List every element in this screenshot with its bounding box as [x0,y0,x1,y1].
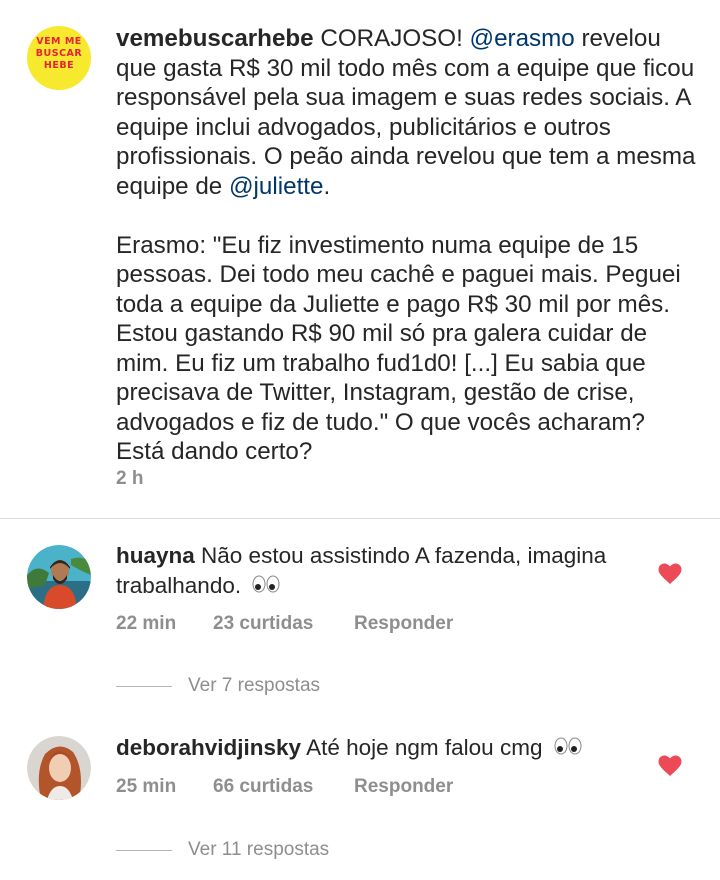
avatar-photo [27,736,91,800]
comment-time: 25 min [116,776,177,797]
eyes-emoji-icon [251,572,281,602]
divider [0,518,720,519]
avatar[interactable] [27,736,91,800]
view-replies-button[interactable]: Ver 7 respostas [116,675,320,697]
like-heart-icon[interactable] [658,563,682,585]
view-replies-label: Ver 11 respostas [188,839,330,860]
caption-text: vemebuscarhebe CORAJOSO! @erasmo revelou… [116,24,696,467]
comment-likes[interactable]: 23 curtidas [213,613,354,635]
divider-line [116,685,172,687]
mention-link[interactable]: @juliette [229,173,323,200]
mention-link[interactable]: @erasmo [470,25,575,52]
reply-button[interactable]: Responder [354,776,453,798]
comment-text: huayna Não estou assistindo A fazenda, i… [116,541,636,601]
comment-text: deborahvidjinsky Até hoje ngm falou cmg [116,733,636,764]
like-heart-icon[interactable] [658,755,682,777]
caption-body: . Erasmo: "Eu fiz investimento numa equi… [116,172,681,466]
view-replies-label: Ver 7 respostas [188,675,321,696]
comment-body: Até hoje ngm falou cmg [301,735,549,760]
view-replies-button[interactable]: Ver 11 respostas [116,839,329,861]
post-username[interactable]: vemebuscarhebe [116,25,314,52]
divider-line [116,849,172,851]
comment-username[interactable]: huayna [116,543,195,568]
reply-button[interactable]: Responder [354,613,453,635]
avatar[interactable] [27,545,91,609]
avatar[interactable]: VEM ME BUSCAR HEBE [27,26,91,90]
avatar-photo [27,545,91,609]
comment-meta: 22 min 23 curtidas Responder [116,613,453,635]
post-timestamp: 2 h [116,468,144,489]
comment-meta: 25 min 66 curtidas Responder [116,776,453,798]
brand-logo: VEM ME BUSCAR HEBE [35,36,83,71]
post-caption: VEM ME BUSCAR HEBE vemebuscarhebe CORAJOSO… [0,0,720,518]
caption-body: CORAJOSO! [313,25,470,52]
comment-likes[interactable]: 66 curtidas [213,776,354,798]
comment-time: 22 min [116,613,177,634]
comment-username[interactable]: deborahvidjinsky [116,735,301,760]
eyes-emoji-icon [553,734,583,764]
